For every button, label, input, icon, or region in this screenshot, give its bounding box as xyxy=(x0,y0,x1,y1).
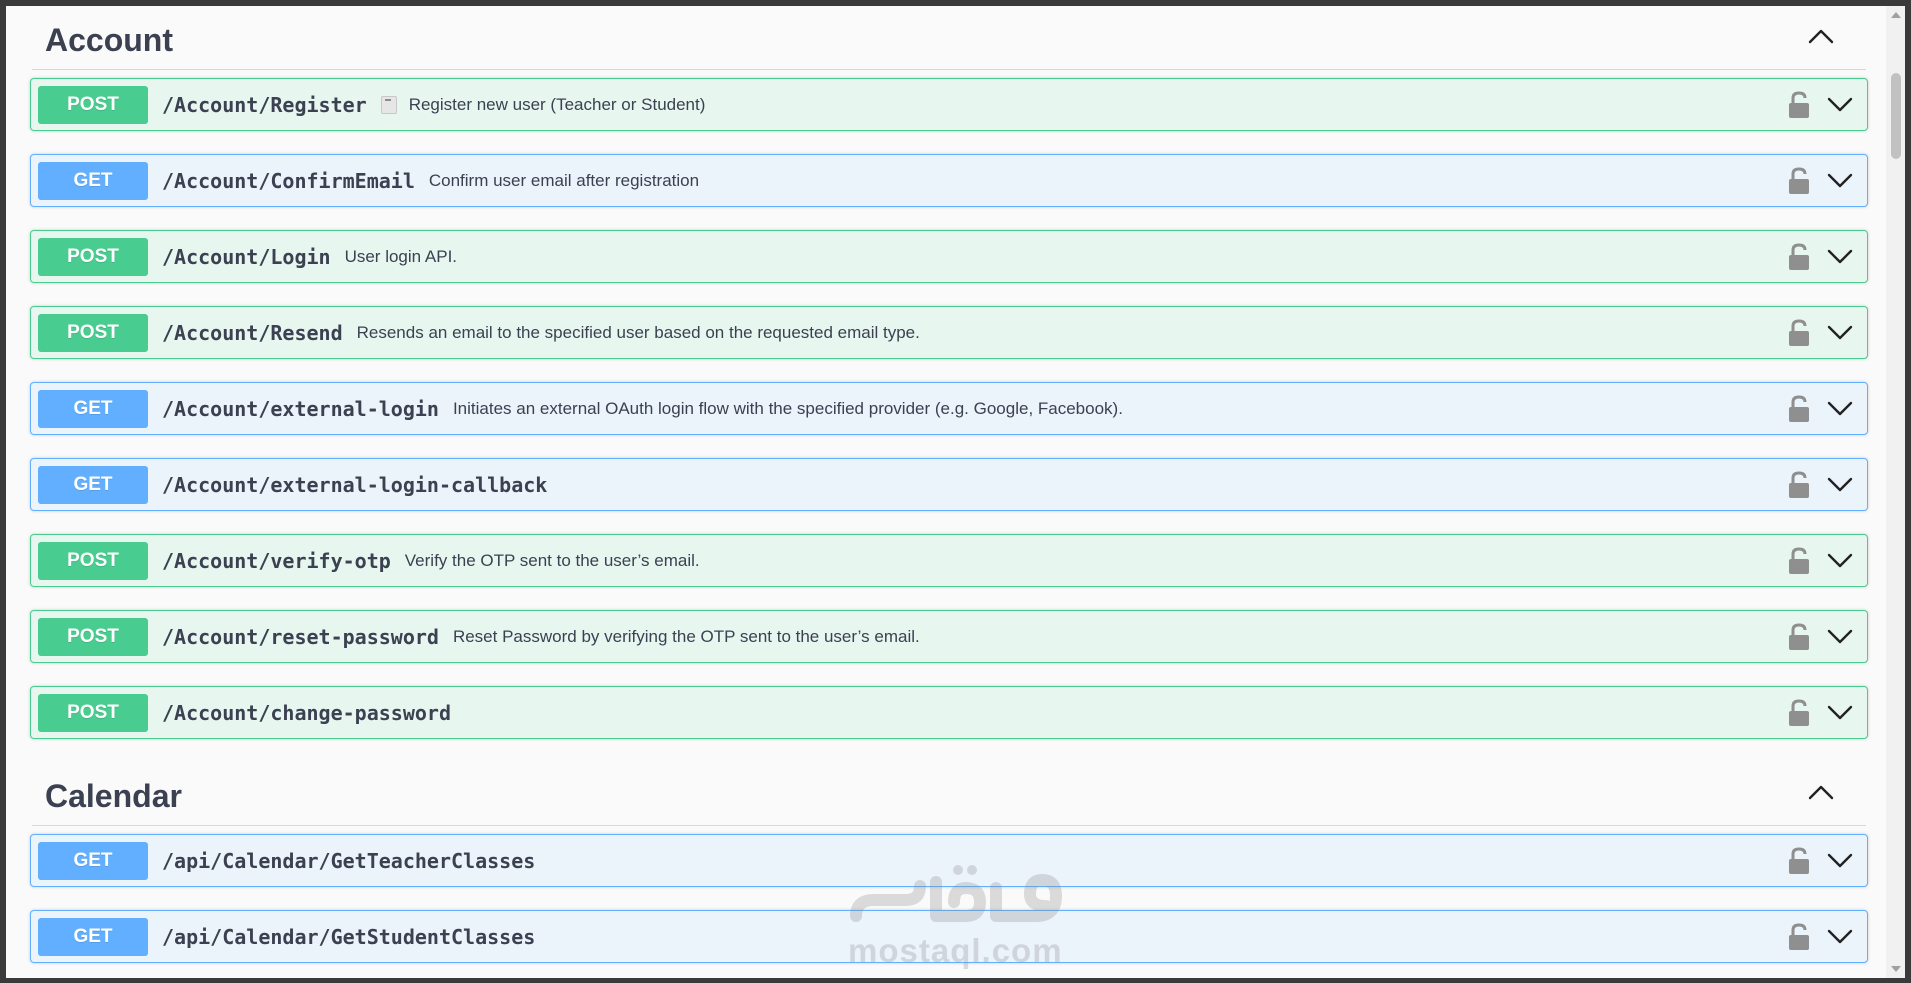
operation-summary-line: /Account/external-login Initiates an exte… xyxy=(162,383,1123,434)
endpoint-path[interactable]: /Account/change-password xyxy=(162,701,451,725)
tag-title: Account xyxy=(45,22,173,58)
operation-row[interactable]: POST/Account/change-password xyxy=(30,686,1868,739)
http-method-badge: GET xyxy=(38,390,148,428)
operation-summary-line: /api/Calendar/GetTeacherClasses xyxy=(162,835,535,886)
endpoint-path[interactable]: /Account/reset-password xyxy=(162,625,439,649)
scroll-down-arrow-icon[interactable] xyxy=(1891,966,1901,972)
http-method-badge: GET xyxy=(38,918,148,956)
operation-row[interactable]: GET/Account/external-login Initiates an e… xyxy=(30,382,1868,435)
endpoint-path[interactable]: /Account/ConfirmEmail xyxy=(162,169,415,193)
operation-row[interactable]: GET/Account/ConfirmEmail Confirm user ema… xyxy=(30,154,1868,207)
chevron-up-icon[interactable] xyxy=(1806,782,1836,804)
scroll-thumb[interactable] xyxy=(1891,73,1901,159)
chevron-down-icon[interactable] xyxy=(1825,321,1855,343)
endpoint-description: Reset Password by verifying the OTP sent… xyxy=(452,626,920,646)
unlocked-padlock-icon[interactable] xyxy=(1787,91,1811,119)
operation-row[interactable]: POST/Account/reset-password Reset Passwor… xyxy=(30,610,1868,663)
endpoint-description: Register new user (Teacher or Student) xyxy=(408,94,706,114)
chevron-down-icon[interactable] xyxy=(1825,169,1855,191)
collapse-section-button[interactable] xyxy=(1806,26,1836,50)
operation-row[interactable]: GET/Account/external-login-callback xyxy=(30,458,1868,511)
operation-summary-line: /Account/Resend Resends an email to the s… xyxy=(162,307,920,358)
endpoint-description: Confirm user email after registration xyxy=(428,170,700,190)
operations-list: Account POST/Account/Register Register new… xyxy=(30,6,1868,978)
scroll-up-arrow-icon[interactable] xyxy=(1891,12,1901,18)
endpoint-path[interactable]: /Account/external-login-callback xyxy=(162,473,547,497)
scrollbar[interactable] xyxy=(1886,6,1905,978)
unlocked-padlock-icon[interactable] xyxy=(1787,623,1811,651)
chevron-down-icon[interactable] xyxy=(1825,549,1855,571)
endpoint-path[interactable]: /Account/Login xyxy=(162,245,331,269)
chevron-down-icon[interactable] xyxy=(1825,397,1855,419)
endpoint-path[interactable]: /api/Calendar/GetStudentClasses xyxy=(162,925,535,949)
http-method-badge: POST xyxy=(38,86,148,124)
operation-summary-line: /Account/Register Register new user (Teac… xyxy=(162,79,705,130)
operation-summary-line: /api/Calendar/GetStudentClasses xyxy=(162,911,535,962)
chevron-down-icon[interactable] xyxy=(1825,849,1855,871)
endpoint-path[interactable]: /Account/Resend xyxy=(162,321,343,345)
operation-row[interactable]: POST/Account/verify-otp Verify the OTP se… xyxy=(30,534,1868,587)
http-method-badge: POST xyxy=(38,694,148,732)
operation-summary-line: /Account/change-password xyxy=(162,687,451,738)
tag-section-header[interactable]: Account xyxy=(32,6,1866,70)
chevron-down-icon[interactable] xyxy=(1825,93,1855,115)
chevron-down-icon[interactable] xyxy=(1825,245,1855,267)
http-method-badge: GET xyxy=(38,842,148,880)
unlocked-padlock-icon[interactable] xyxy=(1787,167,1811,195)
http-method-badge: GET xyxy=(38,162,148,200)
chevron-down-icon[interactable] xyxy=(1825,473,1855,495)
operation-row[interactable]: POST/Account/Login User login API. xyxy=(30,230,1868,283)
chevron-down-icon[interactable] xyxy=(1825,625,1855,647)
unlocked-padlock-icon[interactable] xyxy=(1787,547,1811,575)
endpoint-description: Initiates an external OAuth login flow w… xyxy=(452,398,1123,418)
operation-row[interactable]: GET/api/Calendar/GetTeacherClasses xyxy=(30,834,1868,887)
unlocked-padlock-icon[interactable] xyxy=(1787,923,1811,951)
chevron-down-icon[interactable] xyxy=(1825,701,1855,723)
endpoint-description: Verify the OTP sent to the user’s email. xyxy=(404,550,700,570)
unlocked-padlock-icon[interactable] xyxy=(1787,243,1811,271)
tag-section-header[interactable]: Calendar xyxy=(32,762,1866,826)
endpoint-description: User login API. xyxy=(344,246,458,266)
http-method-badge: POST xyxy=(38,618,148,656)
endpoint-description: Resends an email to the specified user b… xyxy=(356,322,920,342)
operation-summary-line: /Account/external-login-callback xyxy=(162,459,547,510)
unlocked-padlock-icon[interactable] xyxy=(1787,699,1811,727)
http-method-badge: GET xyxy=(38,466,148,504)
unlocked-padlock-icon[interactable] xyxy=(1787,319,1811,347)
operation-summary-line: /Account/Login User login API. xyxy=(162,231,457,282)
operation-row[interactable]: GET/api/Calendar/GetStudentClasses xyxy=(30,910,1868,963)
chevron-down-icon[interactable] xyxy=(1825,925,1855,947)
operation-summary-line: /Account/verify-otp Verify the OTP sent t… xyxy=(162,535,700,586)
http-method-badge: POST xyxy=(38,238,148,276)
swagger-page: Account POST/Account/Register Register new… xyxy=(6,6,1905,978)
chevron-up-icon[interactable] xyxy=(1806,26,1836,48)
unlocked-padlock-icon[interactable] xyxy=(1787,471,1811,499)
endpoint-path[interactable]: /Account/external-login xyxy=(162,397,439,421)
unlocked-padlock-icon[interactable] xyxy=(1787,847,1811,875)
operation-summary-line: /Account/reset-password Reset Password by… xyxy=(162,611,920,662)
collapse-section-button[interactable] xyxy=(1806,782,1836,806)
operation-row[interactable]: POST/Account/Resend Resends an email to t… xyxy=(30,306,1868,359)
operation-row[interactable]: POST/Account/Register Register new user (… xyxy=(30,78,1868,131)
operation-summary-line: /Account/ConfirmEmail Confirm user email … xyxy=(162,155,699,206)
clipboard-icon xyxy=(380,95,397,114)
http-method-badge: POST xyxy=(38,314,148,352)
endpoint-path[interactable]: /Account/Register xyxy=(162,93,367,117)
http-method-badge: POST xyxy=(38,542,148,580)
endpoint-path[interactable]: /Account/verify-otp xyxy=(162,549,391,573)
unlocked-padlock-icon[interactable] xyxy=(1787,395,1811,423)
endpoint-path[interactable]: /api/Calendar/GetTeacherClasses xyxy=(162,849,535,873)
tag-title: Calendar xyxy=(45,778,182,814)
